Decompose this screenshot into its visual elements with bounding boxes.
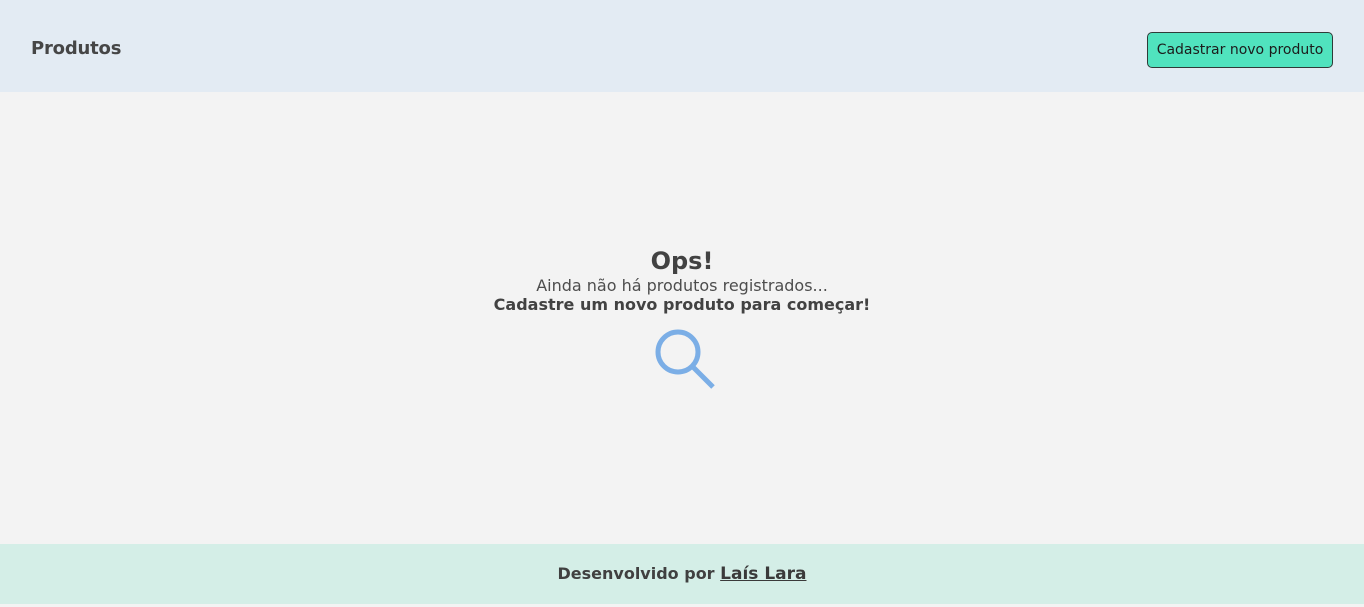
empty-state-subtitle: Ainda não há produtos registrados...	[536, 276, 828, 295]
footer-prefix: Desenvolvido por	[557, 564, 715, 583]
main-content: Ops! Ainda não há produtos registrados..…	[0, 92, 1364, 544]
page-footer: Desenvolvido por Laís Lara	[0, 544, 1364, 604]
footer-credits: Desenvolvido por Laís Lara	[0, 564, 1364, 584]
search-icon	[647, 324, 717, 394]
page-title: Produtos	[31, 38, 122, 59]
empty-state-title: Ops!	[650, 247, 714, 275]
author-link[interactable]: Laís Lara	[720, 564, 806, 584]
empty-state-cta: Cadastre um novo produto para começar!	[493, 295, 871, 314]
page-header: Produtos Cadastrar novo produto	[0, 0, 1364, 92]
new-product-button[interactable]: Cadastrar novo produto	[1147, 32, 1333, 68]
empty-state: Ops! Ainda não há produtos registrados..…	[0, 246, 1364, 398]
